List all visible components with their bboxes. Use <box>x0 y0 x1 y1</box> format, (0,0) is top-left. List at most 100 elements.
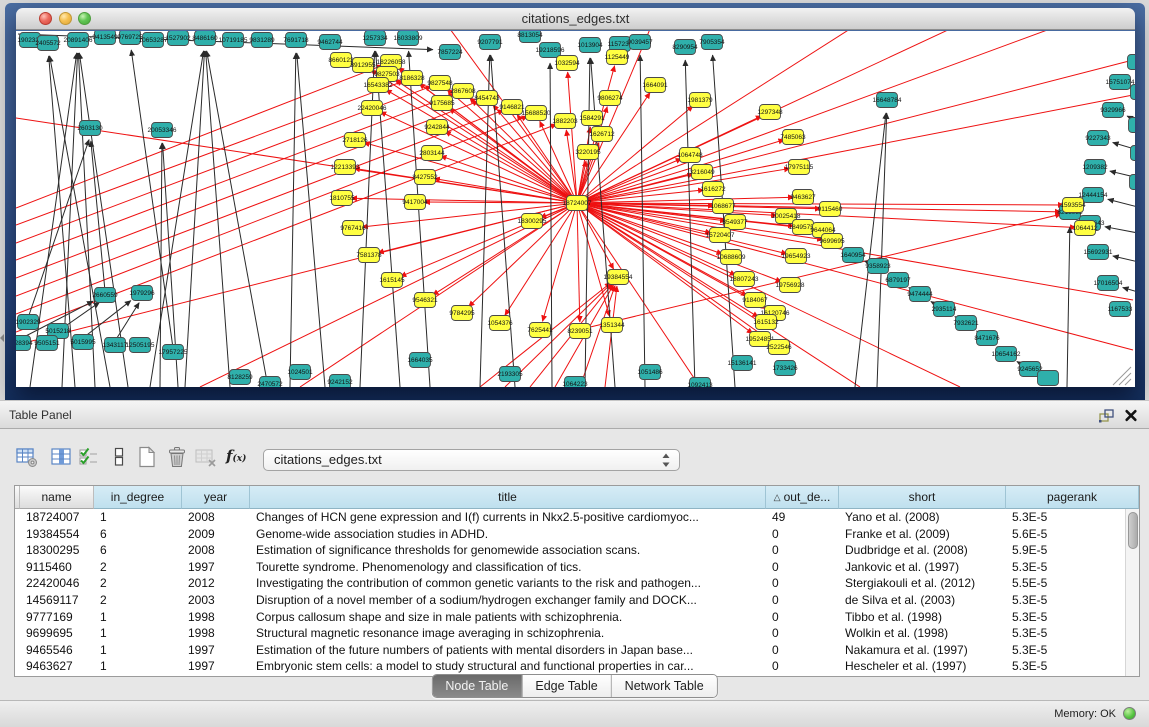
column-header-pagerank[interactable]: pagerank <box>1006 486 1139 509</box>
network-edge[interactable] <box>83 301 131 338</box>
table-cell[interactable]: 0 <box>766 575 839 592</box>
column-header-short[interactable]: short <box>839 486 1006 509</box>
close-window-button[interactable] <box>39 12 52 25</box>
tab-node-table[interactable]: Node Table <box>432 675 522 697</box>
table-cell[interactable]: 9699695 <box>20 625 94 642</box>
table-cell[interactable]: Dudbridge et al. (2008) <box>839 542 1006 559</box>
table-cell[interactable]: 5.6E-5 <box>1006 526 1125 543</box>
network-edge[interactable] <box>577 203 960 387</box>
table-row[interactable]: 1456911722003Disruption of a novel membe… <box>15 592 1125 609</box>
table-row[interactable]: 1830029562008Estimation of significance … <box>15 542 1125 559</box>
select-rows-icon[interactable] <box>78 446 100 468</box>
table-cell[interactable]: Wolkin et al. (1998) <box>839 625 1006 642</box>
column-header-in_degree[interactable]: in_degree <box>94 486 182 509</box>
network-canvas[interactable]: 1902339240557220891406941354997697251065… <box>16 31 1135 387</box>
network-node[interactable] <box>1131 85 1136 100</box>
table-cell[interactable]: 5.3E-5 <box>1006 559 1125 576</box>
network-edge[interactable] <box>577 95 1133 203</box>
network-edge[interactable] <box>207 51 268 387</box>
close-icon[interactable] <box>1124 409 1138 422</box>
table-row[interactable]: 946554611997Estimation of the future num… <box>15 642 1125 659</box>
table-cell[interactable]: Stergiakouli et al. (2012) <box>839 575 1006 592</box>
network-edge[interactable] <box>577 203 580 322</box>
table-cell[interactable]: 5.9E-5 <box>1006 542 1125 559</box>
network-edge[interactable] <box>577 31 1050 203</box>
column-header-name[interactable]: name <box>20 486 94 509</box>
table-row[interactable]: 1938455462009Genome-wide association stu… <box>15 526 1125 543</box>
network-node[interactable] <box>1128 55 1136 70</box>
table-row[interactable]: 911546021997Tourette syndrome. Phenomeno… <box>15 559 1125 576</box>
network-edge[interactable] <box>877 113 887 387</box>
table-cell[interactable]: Genome-wide association studies in ADHD. <box>250 526 766 543</box>
function-builder-icon[interactable]: f(x) <box>226 447 246 465</box>
table-cell[interactable]: Disruption of a novel member of a sodium… <box>250 592 766 609</box>
minimize-window-button[interactable] <box>59 12 72 25</box>
table-cell[interactable]: 1997 <box>182 658 250 675</box>
network-edge[interactable] <box>577 203 787 254</box>
table-cell[interactable]: 1 <box>94 625 182 642</box>
delete-table-icon[interactable] <box>195 446 217 468</box>
memory-status-indicator[interactable] <box>1123 707 1136 720</box>
create-column-icon[interactable] <box>136 446 158 468</box>
table-row[interactable]: 977716911998Corpus callosum shape and si… <box>15 609 1125 626</box>
column-header-title[interactable]: title <box>250 486 766 509</box>
table-cell[interactable]: 1998 <box>182 625 250 642</box>
table-cell[interactable]: 49 <box>766 509 839 526</box>
table-cell[interactable]: 9463627 <box>20 658 94 675</box>
table-cell[interactable]: 0 <box>766 642 839 659</box>
row-height-icon[interactable] <box>108 446 130 468</box>
scrollbar-thumb[interactable] <box>1128 512 1138 549</box>
table-cell[interactable]: de Silva et al. (2003) <box>839 592 1006 609</box>
table-cell[interactable]: Yano et al. (2008) <box>839 509 1006 526</box>
network-node[interactable] <box>1130 175 1136 190</box>
table-cell[interactable]: 2008 <box>182 542 250 559</box>
table-cell[interactable]: 2 <box>94 575 182 592</box>
table-row[interactable]: 969969511998Structural magnetic resonanc… <box>15 625 1125 642</box>
table-cell[interactable]: Investigating the contribution of common… <box>250 575 766 592</box>
table-cell[interactable]: Hescheler et al. (1997) <box>839 658 1006 675</box>
network-edge[interactable] <box>1123 288 1135 292</box>
network-edge[interactable] <box>568 72 577 203</box>
table-cell[interactable]: 1998 <box>182 609 250 626</box>
network-edge[interactable] <box>543 203 577 321</box>
table-cell[interactable]: Tourette syndrome. Phenomenology and cla… <box>250 559 766 576</box>
table-cell[interactable]: 5.3E-5 <box>1006 625 1125 642</box>
table-cell[interactable]: 1997 <box>182 559 250 576</box>
table-cell[interactable]: 22420046 <box>20 575 94 592</box>
table-cell[interactable]: 0 <box>766 625 839 642</box>
delete-columns-icon[interactable] <box>166 446 188 468</box>
network-edge[interactable] <box>380 112 577 203</box>
network-window-titlebar[interactable]: citations_edges.txt <box>16 8 1135 30</box>
table-cell[interactable]: 9777169 <box>20 609 94 626</box>
table-cell[interactable]: Franke et al. (2009) <box>839 526 1006 543</box>
network-node[interactable] <box>1038 371 1059 386</box>
table-cell[interactable]: 6 <box>94 542 182 559</box>
table-cell[interactable]: 0 <box>766 592 839 609</box>
table-cell[interactable]: 0 <box>766 559 839 576</box>
table-cell[interactable]: 0 <box>766 609 839 626</box>
table-cell[interactable]: 2 <box>94 592 182 609</box>
table-cell[interactable]: 2012 <box>182 575 250 592</box>
show-columns-icon[interactable] <box>51 446 73 468</box>
table-cell[interactable]: 2009 <box>182 526 250 543</box>
table-cell[interactable]: 1 <box>94 509 182 526</box>
network-edge[interactable] <box>185 51 204 387</box>
network-node[interactable] <box>1131 146 1136 161</box>
column-header-out_de[interactable]: △out_de... <box>766 486 839 509</box>
tab-network-table[interactable]: Network Table <box>612 675 717 697</box>
table-scrollbar[interactable] <box>1125 509 1139 676</box>
table-cell[interactable]: 1997 <box>182 642 250 659</box>
network-edge[interactable] <box>1113 256 1135 262</box>
table-cell[interactable]: Structural magnetic resonance image aver… <box>250 625 766 642</box>
table-cell[interactable]: 0 <box>766 658 839 675</box>
network-view[interactable]: 1902339240557220891406941354997697251065… <box>16 31 1135 387</box>
panel-collapse-icon[interactable] <box>0 334 4 342</box>
column-header-year[interactable]: year <box>182 486 250 509</box>
network-edge[interactable] <box>1105 227 1135 233</box>
table-cell[interactable]: 0 <box>766 542 839 559</box>
network-node[interactable] <box>1129 118 1136 133</box>
table-cell[interactable]: 5.3E-5 <box>1006 658 1125 675</box>
table-cell[interactable]: 6 <box>94 526 182 543</box>
table-cell[interactable]: 1 <box>94 642 182 659</box>
table-selector-dropdown[interactable]: citations_edges.txt <box>263 449 680 471</box>
